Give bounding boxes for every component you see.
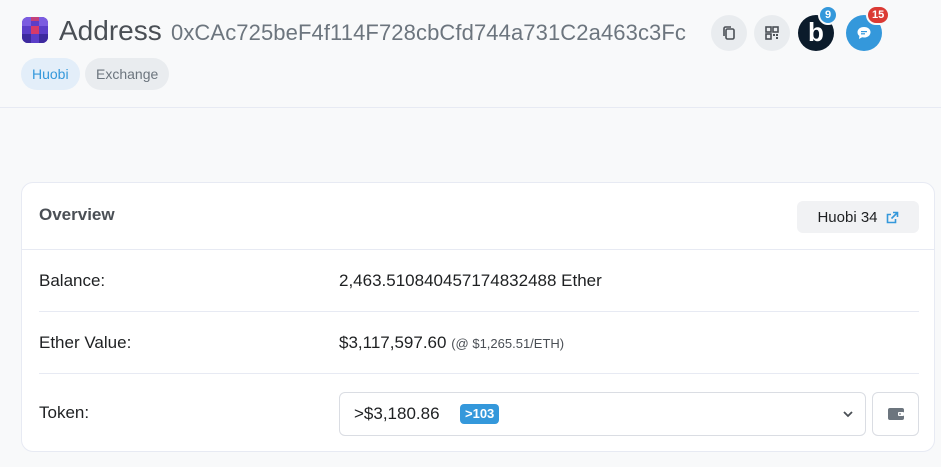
token-count-badge: >103 <box>460 404 500 424</box>
copy-address-button[interactable] <box>711 15 747 51</box>
overview-card: Overview Huobi 34 Balance: 2,463.5108404… <box>21 182 935 452</box>
name-tag-label: Huobi 34 <box>817 208 878 226</box>
overview-title: Overview <box>39 205 115 224</box>
name-tag-button[interactable]: Huobi 34 <box>797 201 919 233</box>
copy-icon <box>723 26 735 40</box>
tag-huobi[interactable]: Huobi <box>21 58 80 90</box>
chat-badge: 15 <box>866 5 891 25</box>
ether-value-amount: $3,117,597.60 <box>339 333 447 352</box>
ether-price: (@ $1,265.51/ETH) <box>451 336 565 351</box>
chat-icon <box>857 27 871 39</box>
external-link-icon <box>886 211 898 223</box>
token-amount: >$3,180.86 <box>354 404 440 423</box>
balance-label: Balance: <box>39 271 106 290</box>
address-hash[interactable]: 0xCAc725beF4f114F728cbCfd744a731C2a463c3… <box>171 20 686 46</box>
balance-row: Balance: 2,463.510840457174832488 Ether <box>39 250 919 312</box>
qr-code-button[interactable] <box>754 15 790 51</box>
token-row: Token: >$3,180.86 >103 <box>39 374 919 452</box>
overview-header: Overview Huobi 34 <box>22 183 934 250</box>
chevron-down-icon <box>843 411 853 418</box>
balance-value: 2,463.510840457174832488 Ether <box>339 271 602 290</box>
token-label: Token: <box>39 403 90 422</box>
wallet-icon <box>887 408 904 420</box>
token-wallet-button[interactable] <box>872 392 919 436</box>
ether-value: $3,117,597.60 (@ $1,265.51/ETH) <box>339 312 564 375</box>
blockscan-button[interactable]: b 9 <box>798 5 838 51</box>
address-avatar <box>22 17 48 43</box>
qr-code-icon <box>765 26 779 40</box>
token-holdings-dropdown[interactable]: >$3,180.86 >103 <box>339 392 866 436</box>
page-title: Address <box>59 15 162 46</box>
tag-exchange[interactable]: Exchange <box>85 58 170 90</box>
blockscan-badge: 9 <box>818 5 838 25</box>
address-header: Address 0xCAc725beF4f114F728cbCfd744a731… <box>0 0 941 108</box>
ether-value-row: Ether Value: $3,117,597.60 (@ $1,265.51/… <box>39 312 919 374</box>
ether-value-label: Ether Value: <box>39 333 132 352</box>
chat-button[interactable]: 15 <box>846 5 891 51</box>
